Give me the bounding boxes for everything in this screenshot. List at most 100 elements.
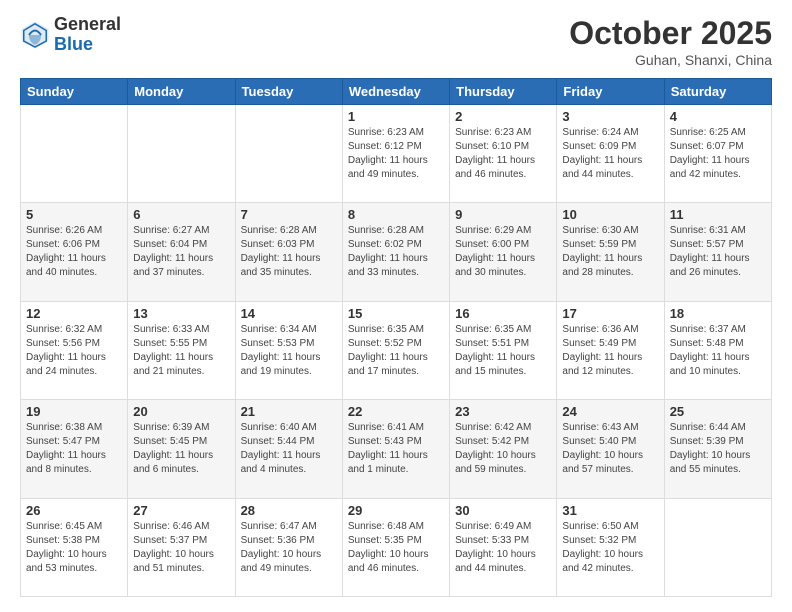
table-row: 19 Sunrise: 6:38 AM Sunset: 5:47 PM Dayli… (21, 400, 128, 498)
day-number: 15 (348, 306, 444, 321)
day-number: 5 (26, 207, 122, 222)
day-info: Sunrise: 6:35 AM Sunset: 5:51 PM Dayligh… (455, 323, 551, 379)
table-row (21, 105, 128, 203)
table-row: 21 Sunrise: 6:40 AM Sunset: 5:44 PM Dayli… (235, 400, 342, 498)
table-row: 25 Sunrise: 6:44 AM Sunset: 5:39 PM Dayli… (664, 400, 771, 498)
day-info: Sunrise: 6:23 AM Sunset: 6:10 PM Dayligh… (455, 126, 551, 182)
week-row-3: 19 Sunrise: 6:38 AM Sunset: 5:47 PM Dayli… (21, 400, 772, 498)
col-tuesday: Tuesday (235, 79, 342, 105)
day-number: 9 (455, 207, 551, 222)
table-row: 4Sunrise: 6:25 AM Sunset: 6:07 PM Daylig… (664, 105, 771, 203)
table-row: 20Sunrise: 6:39 AM Sunset: 5:45 PM Dayli… (128, 400, 235, 498)
day-number: 28 (241, 503, 337, 518)
day-number: 25 (670, 404, 766, 419)
day-number: 29 (348, 503, 444, 518)
table-row: 27 Sunrise: 6:46 AM Sunset: 5:37 PM Dayli… (128, 498, 235, 596)
day-number: 18 (670, 306, 766, 321)
page: General Blue October 2025 Guhan, Shanxi,… (0, 0, 792, 612)
table-row: 11Sunrise: 6:31 AM Sunset: 5:57 PM Dayli… (664, 203, 771, 301)
day-info: Sunrise: 6:32 AM Sunset: 5:56 PM Dayligh… (26, 323, 122, 379)
day-number: 2 (455, 109, 551, 124)
day-info: Sunrise: 6:47 AM Sunset: 5:36 PM Dayligh… (241, 520, 337, 576)
week-row-2: 12 Sunrise: 6:32 AM Sunset: 5:56 PM Dayli… (21, 301, 772, 399)
table-row: 2 Sunrise: 6:23 AM Sunset: 6:10 PM Daylig… (450, 105, 557, 203)
table-row (664, 498, 771, 596)
day-info: Sunrise: 6:23 AM Sunset: 6:12 PM Dayligh… (348, 126, 444, 182)
day-number: 19 (26, 404, 122, 419)
table-row: 22Sunrise: 6:41 AM Sunset: 5:43 PM Dayli… (342, 400, 449, 498)
day-number: 3 (562, 109, 658, 124)
day-number: 31 (562, 503, 658, 518)
table-row: 30 Sunrise: 6:49 AM Sunset: 5:33 PM Dayli… (450, 498, 557, 596)
col-friday: Friday (557, 79, 664, 105)
day-number: 24 (562, 404, 658, 419)
day-info: Sunrise: 6:33 AM Sunset: 5:55 PM Dayligh… (133, 323, 229, 379)
table-row: 13 Sunrise: 6:33 AM Sunset: 5:55 PM Dayli… (128, 301, 235, 399)
logo-general: General (54, 15, 121, 35)
day-info: Sunrise: 6:36 AM Sunset: 5:49 PM Dayligh… (562, 323, 658, 379)
week-row-4: 26Sunrise: 6:45 AM Sunset: 5:38 PM Dayli… (21, 498, 772, 596)
day-number: 8 (348, 207, 444, 222)
day-number: 11 (670, 207, 766, 222)
day-info: Sunrise: 6:46 AM Sunset: 5:37 PM Dayligh… (133, 520, 229, 576)
day-number: 13 (133, 306, 229, 321)
day-info: Sunrise: 6:37 AM Sunset: 5:48 PM Dayligh… (670, 323, 766, 379)
day-info: Sunrise: 6:49 AM Sunset: 5:33 PM Dayligh… (455, 520, 551, 576)
table-row: 15 Sunrise: 6:35 AM Sunset: 5:52 PM Dayli… (342, 301, 449, 399)
day-number: 4 (670, 109, 766, 124)
week-row-0: 1 Sunrise: 6:23 AM Sunset: 6:12 PM Daylig… (21, 105, 772, 203)
table-row: 8 Sunrise: 6:28 AM Sunset: 6:02 PM Daylig… (342, 203, 449, 301)
table-row (128, 105, 235, 203)
day-info: Sunrise: 6:41 AM Sunset: 5:43 PM Dayligh… (348, 421, 444, 477)
day-info: Sunrise: 6:34 AM Sunset: 5:53 PM Dayligh… (241, 323, 337, 379)
day-number: 12 (26, 306, 122, 321)
table-row: 18 Sunrise: 6:37 AM Sunset: 5:48 PM Dayli… (664, 301, 771, 399)
day-info: Sunrise: 6:29 AM Sunset: 6:00 PM Dayligh… (455, 224, 551, 280)
day-info: Sunrise: 6:28 AM Sunset: 6:02 PM Dayligh… (348, 224, 444, 280)
header: General Blue October 2025 Guhan, Shanxi,… (20, 15, 772, 68)
table-row: 9 Sunrise: 6:29 AM Sunset: 6:00 PM Daylig… (450, 203, 557, 301)
table-row: 12 Sunrise: 6:32 AM Sunset: 5:56 PM Dayli… (21, 301, 128, 399)
day-number: 1 (348, 109, 444, 124)
table-row: 29 Sunrise: 6:48 AM Sunset: 5:35 PM Dayli… (342, 498, 449, 596)
table-row: 3 Sunrise: 6:24 AM Sunset: 6:09 PM Daylig… (557, 105, 664, 203)
day-info: Sunrise: 6:45 AM Sunset: 5:38 PM Dayligh… (26, 520, 122, 576)
day-number: 10 (562, 207, 658, 222)
table-row (235, 105, 342, 203)
day-info: Sunrise: 6:30 AM Sunset: 5:59 PM Dayligh… (562, 224, 658, 280)
day-number: 17 (562, 306, 658, 321)
day-info: Sunrise: 6:35 AM Sunset: 5:52 PM Dayligh… (348, 323, 444, 379)
day-number: 30 (455, 503, 551, 518)
month-title: October 2025 (569, 15, 772, 52)
day-number: 14 (241, 306, 337, 321)
table-row: 1 Sunrise: 6:23 AM Sunset: 6:12 PM Daylig… (342, 105, 449, 203)
logo-icon (20, 20, 50, 50)
day-info: Sunrise: 6:42 AM Sunset: 5:42 PM Dayligh… (455, 421, 551, 477)
day-info: Sunrise: 6:38 AM Sunset: 5:47 PM Dayligh… (26, 421, 122, 477)
day-number: 6 (133, 207, 229, 222)
day-info: Sunrise: 6:39 AM Sunset: 5:45 PM Dayligh… (133, 421, 229, 477)
col-thursday: Thursday (450, 79, 557, 105)
logo-text: General Blue (54, 15, 121, 55)
logo: General Blue (20, 15, 121, 55)
col-saturday: Saturday (664, 79, 771, 105)
day-info: Sunrise: 6:48 AM Sunset: 5:35 PM Dayligh… (348, 520, 444, 576)
day-info: Sunrise: 6:40 AM Sunset: 5:44 PM Dayligh… (241, 421, 337, 477)
day-number: 21 (241, 404, 337, 419)
day-info: Sunrise: 6:26 AM Sunset: 6:06 PM Dayligh… (26, 224, 122, 280)
day-info: Sunrise: 6:27 AM Sunset: 6:04 PM Dayligh… (133, 224, 229, 280)
day-info: Sunrise: 6:43 AM Sunset: 5:40 PM Dayligh… (562, 421, 658, 477)
table-row: 16Sunrise: 6:35 AM Sunset: 5:51 PM Dayli… (450, 301, 557, 399)
day-info: Sunrise: 6:24 AM Sunset: 6:09 PM Dayligh… (562, 126, 658, 182)
table-row: 17 Sunrise: 6:36 AM Sunset: 5:49 PM Dayli… (557, 301, 664, 399)
day-info: Sunrise: 6:28 AM Sunset: 6:03 PM Dayligh… (241, 224, 337, 280)
header-row: Sunday Monday Tuesday Wednesday Thursday… (21, 79, 772, 105)
table-row: 23Sunrise: 6:42 AM Sunset: 5:42 PM Dayli… (450, 400, 557, 498)
week-row-1: 5 Sunrise: 6:26 AM Sunset: 6:06 PM Daylig… (21, 203, 772, 301)
logo-blue: Blue (54, 35, 121, 55)
table-row: 14 Sunrise: 6:34 AM Sunset: 5:53 PM Dayli… (235, 301, 342, 399)
location: Guhan, Shanxi, China (569, 52, 772, 68)
day-number: 27 (133, 503, 229, 518)
table-row: 31Sunrise: 6:50 AM Sunset: 5:32 PM Dayli… (557, 498, 664, 596)
day-info: Sunrise: 6:44 AM Sunset: 5:39 PM Dayligh… (670, 421, 766, 477)
